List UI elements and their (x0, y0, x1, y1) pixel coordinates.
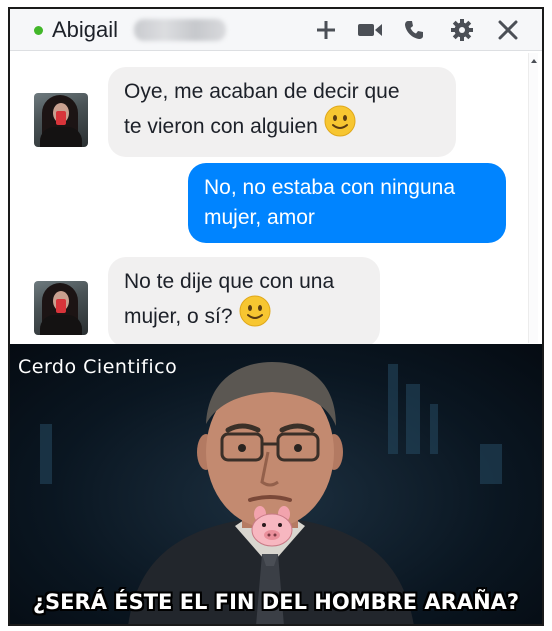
chat-title-bar: Abigail (10, 9, 542, 51)
contact-avatar[interactable] (34, 93, 88, 147)
phone-icon[interactable] (400, 17, 428, 43)
scroll-up-arrow[interactable] (531, 59, 537, 63)
meme-image: Abigail Oye, me acaban de decir que te v… (0, 0, 552, 631)
scrollbar[interactable] (528, 53, 538, 343)
outgoing-message-bubble[interactable]: No, no estaba con ninguna mujer, amor (188, 163, 506, 243)
message-text: Oye, me acaban de decir que (124, 80, 400, 103)
reaction-image-panel: Cerdo Cientifico ¿SERÁ ÉSTE EL FIN DEL H… (8, 344, 544, 626)
message-text: No te dije que con una (124, 270, 335, 293)
watermark-text: Cerdo Cientifico (18, 356, 178, 378)
online-status-dot (34, 26, 43, 35)
older-man-portrait (128, 362, 414, 624)
incoming-message-bubble[interactable]: No te dije que con una mujer, o sí? (108, 257, 380, 344)
smiling-face-emoji (239, 295, 271, 336)
add-icon[interactable] (312, 17, 340, 43)
gear-icon[interactable] (448, 17, 476, 43)
incoming-message-bubble[interactable]: Oye, me acaban de decir que te vieron co… (108, 67, 456, 157)
meme-caption: ¿SERÁ ÉSTE EL FIN DEL HOMBRE ARAÑA? (32, 590, 520, 614)
message-text: mujer, o sí? (124, 305, 233, 329)
message-text: mujer, amor (204, 206, 315, 229)
message-text: te vieron con alguien (124, 115, 318, 139)
close-icon[interactable] (494, 17, 522, 43)
chat-window: Abigail Oye, me acaban de decir que te v… (8, 7, 544, 344)
contact-name[interactable]: Abigail (52, 17, 118, 43)
blurred-surname (134, 19, 226, 41)
message-text: No, no estaba con ninguna (204, 176, 456, 199)
video-call-icon[interactable] (356, 17, 384, 43)
smiling-face-emoji (324, 105, 356, 146)
contact-avatar[interactable] (34, 281, 88, 335)
